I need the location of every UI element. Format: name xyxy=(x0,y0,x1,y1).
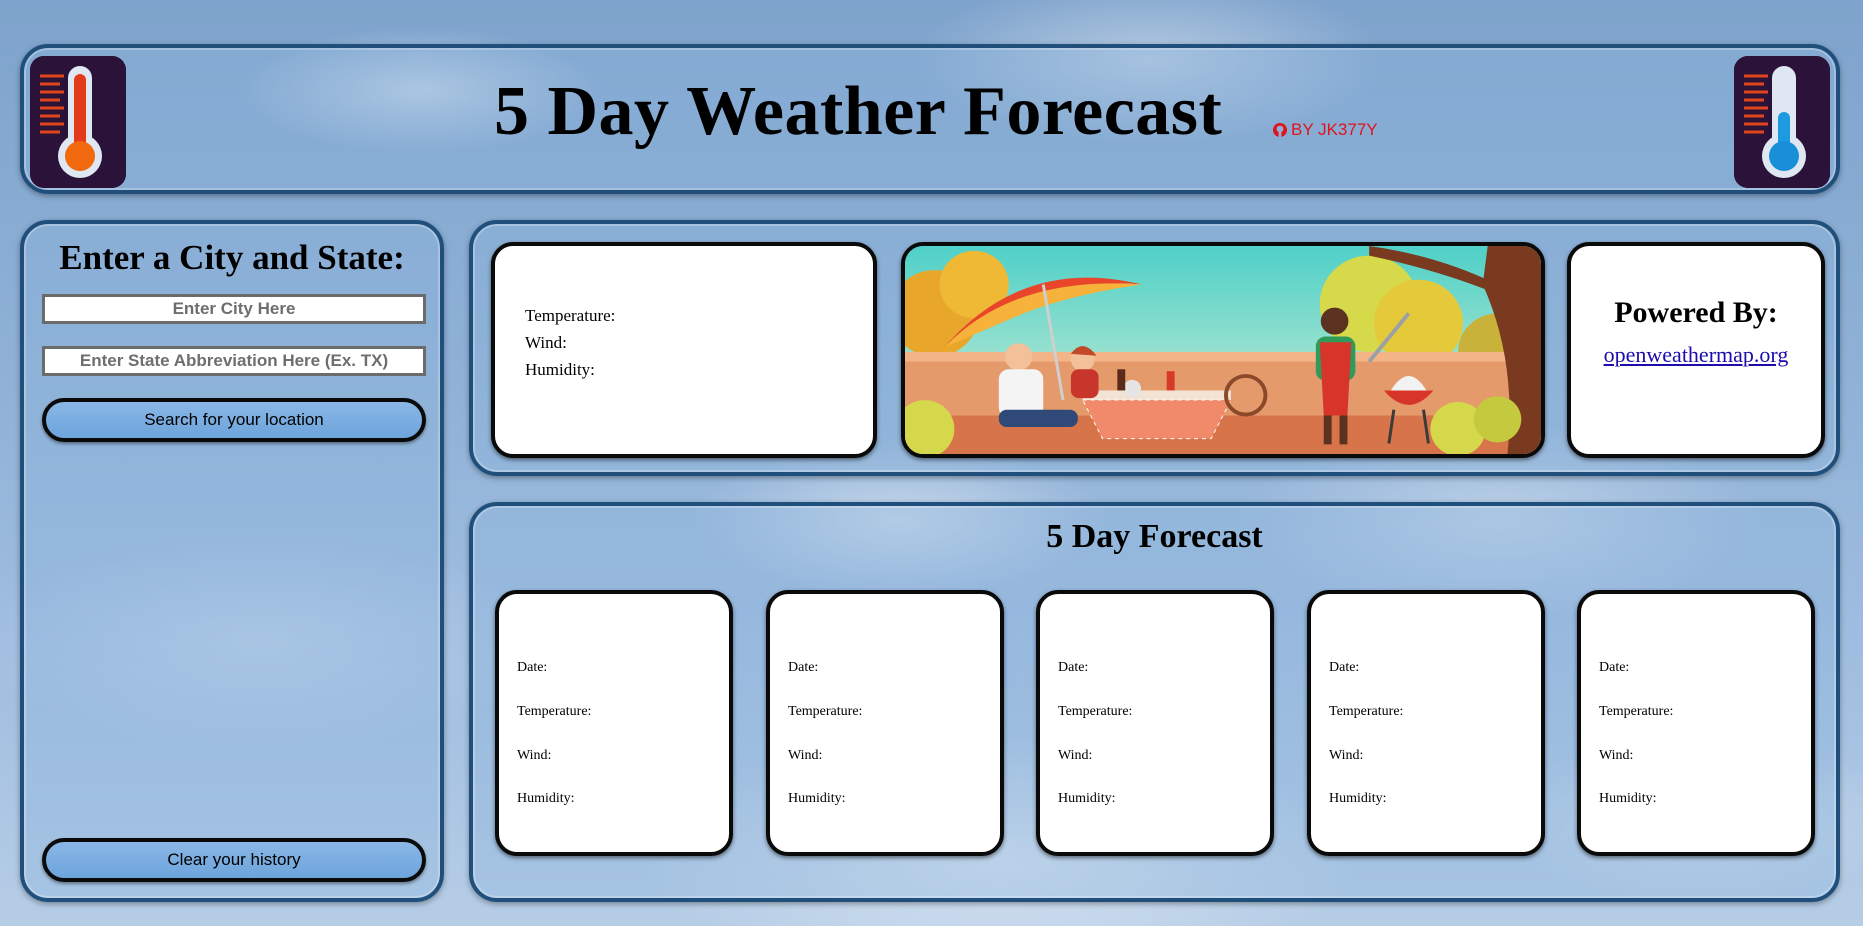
current-humidity-label: Humidity: xyxy=(525,360,595,379)
forecast-date-label: Date: xyxy=(1058,660,1089,675)
forecast-date-label: Date: xyxy=(1599,660,1630,675)
forecast-humidity-label: Humidity: xyxy=(1329,791,1387,806)
current-temperature-label: Temperature: xyxy=(525,306,616,325)
forecast-temperature-label: Temperature: xyxy=(788,704,863,719)
forecast-panel: 5 Day Forecast Date: Temperature: Wind: … xyxy=(469,502,1840,902)
forecast-wind-label: Wind: xyxy=(517,748,552,763)
forecast-day-card: Date: Temperature: Wind: Humidity: xyxy=(1307,590,1545,856)
page-title: 5 Day Weather Forecast xyxy=(494,73,1223,150)
state-input[interactable] xyxy=(42,346,426,376)
hot-thermometer-icon xyxy=(30,56,126,188)
powered-by-heading: Powered By: xyxy=(1614,296,1778,329)
forecast-heading: 5 Day Forecast xyxy=(1046,518,1263,555)
forecast-wind-label: Wind: xyxy=(1599,748,1634,763)
forecast-wind-label: Wind: xyxy=(1058,748,1093,763)
forecast-day-card: Date: Temperature: Wind: Humidity: xyxy=(1036,590,1274,856)
forecast-temperature-label: Temperature: xyxy=(1329,704,1404,719)
forecast-wind-label: Wind: xyxy=(1329,748,1364,763)
github-icon xyxy=(1273,123,1287,137)
forecast-humidity-label: Humidity: xyxy=(788,791,846,806)
search-panel: Enter a City and State: Search for your … xyxy=(20,220,444,902)
powered-by-card: Powered By: openweathermap.org xyxy=(1567,242,1825,458)
forecast-temperature-label: Temperature: xyxy=(1599,704,1674,719)
city-input[interactable] xyxy=(42,294,426,324)
forecast-date-label: Date: xyxy=(517,660,548,675)
forecast-day-card: Date: Temperature: Wind: Humidity: xyxy=(766,590,1004,856)
header-panel: 5 Day Weather Forecast BY JK377Y xyxy=(20,44,1840,194)
search-heading: Enter a City and State: xyxy=(59,238,405,277)
byline-text: BY JK377Y xyxy=(1291,120,1378,139)
forecast-humidity-label: Humidity: xyxy=(1599,791,1657,806)
forecast-day-card: Date: Temperature: Wind: Humidity: xyxy=(495,590,733,856)
forecast-date-label: Date: xyxy=(1329,660,1360,675)
openweathermap-link[interactable]: openweathermap.org xyxy=(1571,342,1821,368)
forecast-humidity-label: Humidity: xyxy=(1058,791,1116,806)
forecast-date-label: Date: xyxy=(788,660,819,675)
current-weather-panel: Temperature: Wind: Humidity: Powered By:… xyxy=(469,220,1840,476)
forecast-wind-label: Wind: xyxy=(788,748,823,763)
clear-history-button[interactable]: Clear your history xyxy=(42,838,426,882)
forecast-day-card: Date: Temperature: Wind: Humidity: xyxy=(1577,590,1815,856)
current-weather-card: Temperature: Wind: Humidity: xyxy=(491,242,877,458)
forecast-temperature-label: Temperature: xyxy=(517,704,592,719)
barbecue-picnic-illustration xyxy=(901,242,1545,458)
forecast-humidity-label: Humidity: xyxy=(517,791,575,806)
forecast-temperature-label: Temperature: xyxy=(1058,704,1133,719)
search-button[interactable]: Search for your location xyxy=(42,398,426,442)
cold-thermometer-icon xyxy=(1734,56,1830,188)
author-link[interactable]: BY JK377Y xyxy=(1272,120,1378,140)
current-wind-label: Wind: xyxy=(525,333,567,352)
